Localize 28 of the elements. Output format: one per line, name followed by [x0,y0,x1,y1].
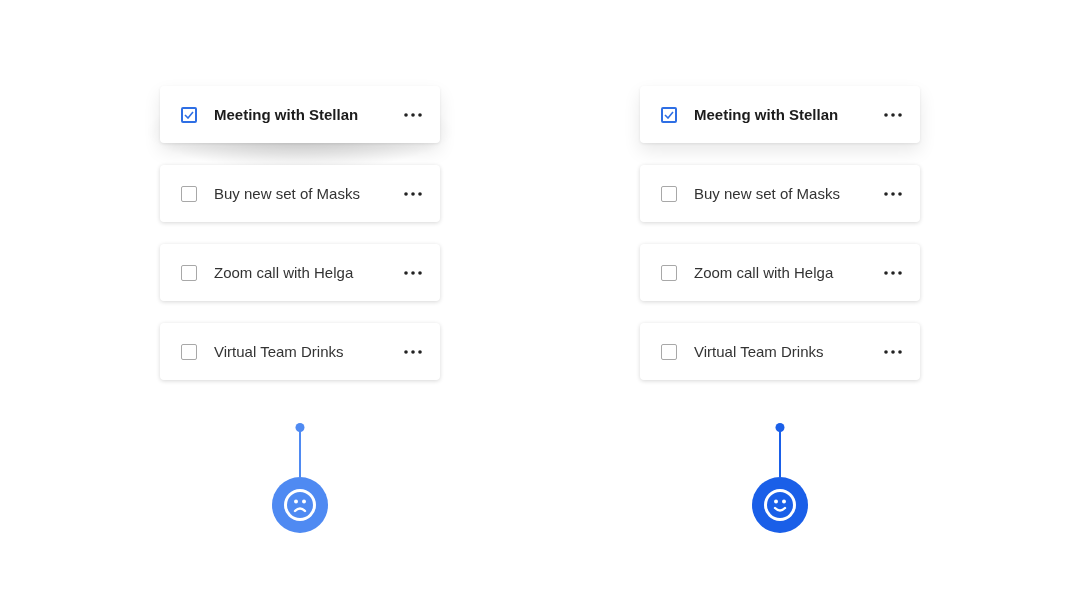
more-icon[interactable] [884,191,902,196]
check-icon [184,110,194,119]
task-label: Virtual Team Drinks [214,343,345,360]
more-icon[interactable] [404,112,422,117]
checkbox[interactable] [181,185,197,202]
checkbox[interactable] [661,264,677,281]
more-icon[interactable] [884,270,902,275]
smiley-face-icon [763,488,797,522]
task-label: Meeting with Stellan [214,106,360,123]
more-icon[interactable] [404,191,422,196]
task-label: Meeting with Stellan [694,106,840,123]
more-icon[interactable] [884,112,902,117]
more-icon[interactable] [404,349,422,354]
checkbox[interactable] [181,264,197,281]
more-icon[interactable] [884,349,902,354]
more-icon[interactable] [404,270,422,275]
checkbox[interactable] [181,343,197,360]
checkbox[interactable] [661,106,677,123]
task-label: Zoom call with Helga [694,264,835,281]
checkbox[interactable] [181,106,197,123]
check-icon [664,110,674,119]
task-label: Virtual Team Drinks [694,343,825,360]
task-label: Buy new set of Masks [214,185,361,202]
task-label: Buy new set of Masks [694,185,841,202]
sad-face-icon [283,488,317,522]
checkbox[interactable] [661,343,677,360]
task-label: Zoom call with Helga [214,264,355,281]
checkbox[interactable] [661,185,677,202]
